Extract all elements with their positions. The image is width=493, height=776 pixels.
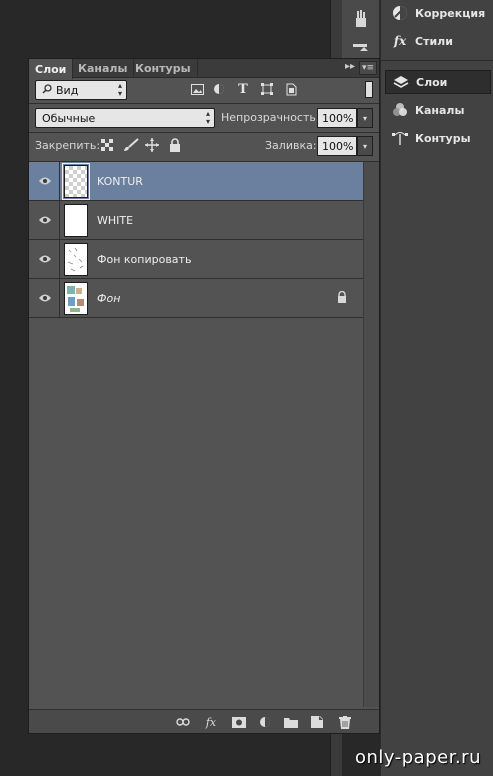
dock-item-label: Коррекция	[415, 6, 486, 20]
filter-adjustment-icon[interactable]	[211, 81, 227, 97]
channels-icon	[391, 101, 409, 119]
layer-thumbnail	[64, 243, 88, 276]
lock-label: Закрепить:	[35, 139, 101, 152]
layer-name[interactable]: Фон	[97, 292, 120, 305]
fill-value: 100%	[322, 139, 354, 153]
layer-lock-icon[interactable]	[337, 290, 349, 305]
blend-mode-select[interactable]: Обычные ▴ ▾	[35, 108, 215, 128]
dock-item-paths[interactable]: Контуры	[385, 126, 491, 150]
styles-fx-icon: fx	[393, 34, 407, 48]
tab-channels[interactable]: Каналы	[72, 59, 135, 78]
dock-item-styles[interactable]: fx Стили	[385, 29, 491, 53]
divider	[29, 132, 379, 133]
layer-name[interactable]: WHITE	[97, 214, 133, 227]
filter-kind-select[interactable]: Вид ▴ ▾	[35, 80, 127, 100]
layer-row-background-copy[interactable]: Фон копировать	[29, 240, 363, 279]
opacity-label: Непрозрачность:	[221, 111, 320, 124]
dock-item-adjustments[interactable]: Коррекция	[385, 1, 491, 25]
tool-presets-icon[interactable]	[350, 38, 372, 60]
opacity-input[interactable]: 100%	[317, 108, 357, 128]
panel-tab-bar: Слои Каналы Контуры ▸▸ ▾≡	[29, 59, 379, 79]
filter-kind-label: Вид	[56, 83, 79, 97]
delete-layer-trash-icon[interactable]	[337, 714, 353, 730]
collapse-icon[interactable]: ▸▸	[345, 61, 355, 72]
tab-label: Каналы	[78, 62, 128, 75]
dock-item-label: Стили	[415, 34, 453, 48]
tab-layers[interactable]: Слои	[29, 59, 74, 79]
layer-name[interactable]: KONTUR	[97, 175, 143, 188]
new-adjustment-layer-icon[interactable]	[257, 714, 273, 730]
dock-item-channels[interactable]: Каналы	[385, 98, 491, 122]
filter-toggle-switch[interactable]	[365, 81, 373, 98]
divider	[59, 279, 60, 318]
new-layer-icon[interactable]	[309, 714, 325, 730]
divider	[59, 162, 60, 201]
filter-smart-object-icon[interactable]	[283, 81, 299, 97]
filter-type-icon[interactable]: T	[235, 81, 251, 97]
dock-item-layers[interactable]: Слои	[385, 70, 491, 94]
dock-item-label: Слои	[416, 75, 448, 89]
adjustments-icon	[391, 4, 409, 22]
filter-pixel-icon[interactable]	[189, 81, 205, 97]
visibility-eye-icon[interactable]	[37, 174, 53, 188]
watermark-text: only-paper.ru	[355, 747, 481, 768]
panel-dock: Коррекция fx Стили Слои Каналы Контуры	[380, 0, 493, 776]
paths-icon	[391, 129, 409, 147]
layer-row-white[interactable]: WHITE	[29, 201, 363, 240]
layer-row-background[interactable]: Фон	[29, 279, 363, 318]
layers-scrollbar[interactable]	[363, 162, 379, 707]
dock-item-label: Контуры	[415, 131, 471, 145]
lock-image-brush-icon[interactable]	[123, 138, 139, 152]
visibility-eye-icon[interactable]	[37, 252, 53, 266]
opacity-value: 100%	[322, 111, 354, 125]
filter-shape-icon[interactable]	[259, 81, 275, 97]
spinner-arrows-icon: ▴ ▾	[205, 109, 210, 126]
divider	[59, 201, 60, 240]
fill-dropdown-icon[interactable]: ▾	[357, 136, 373, 156]
lock-transparent-icon[interactable]	[101, 139, 113, 151]
layer-style-fx-icon[interactable]: fx	[203, 714, 219, 730]
panel-menu-icon[interactable]: ▾≡	[359, 61, 377, 75]
layer-row-kontur[interactable]: KONTUR	[29, 162, 363, 201]
mini-tool-column	[342, 0, 380, 60]
tab-label: Контуры	[135, 62, 191, 75]
link-layers-icon[interactable]	[175, 714, 191, 730]
layers-icon	[392, 73, 410, 91]
layer-thumbnail	[64, 282, 88, 315]
brush-presets-icon[interactable]	[350, 8, 372, 30]
search-icon	[42, 83, 52, 97]
add-mask-icon[interactable]	[231, 714, 247, 730]
tab-paths[interactable]: Контуры	[129, 59, 198, 78]
layer-name[interactable]: Фон копировать	[97, 253, 191, 266]
tab-label: Слои	[35, 62, 67, 76]
lock-all-icon[interactable]	[169, 138, 181, 152]
fill-label: Заливка:	[265, 139, 317, 152]
lock-position-move-icon[interactable]	[145, 138, 159, 152]
layers-panel: Слои Каналы Контуры ▸▸ ▾≡ Вид ▴ ▾ T Обычн…	[28, 58, 380, 734]
divider	[29, 103, 379, 104]
divider	[59, 240, 60, 279]
fill-input[interactable]: 100%	[317, 136, 357, 156]
new-group-folder-icon[interactable]	[283, 714, 299, 730]
dock-item-label: Каналы	[415, 103, 465, 117]
layer-thumbnail	[64, 204, 88, 237]
blend-mode-value: Обычные	[42, 111, 96, 125]
visibility-eye-icon[interactable]	[37, 213, 53, 227]
layer-thumbnail	[62, 163, 90, 200]
dock-divider	[381, 60, 493, 61]
panel-bottom-bar: fx	[29, 709, 379, 733]
spinner-arrows-icon: ▴ ▾	[117, 81, 122, 98]
visibility-eye-icon[interactable]	[37, 291, 53, 305]
opacity-dropdown-icon[interactable]: ▾	[357, 108, 373, 128]
